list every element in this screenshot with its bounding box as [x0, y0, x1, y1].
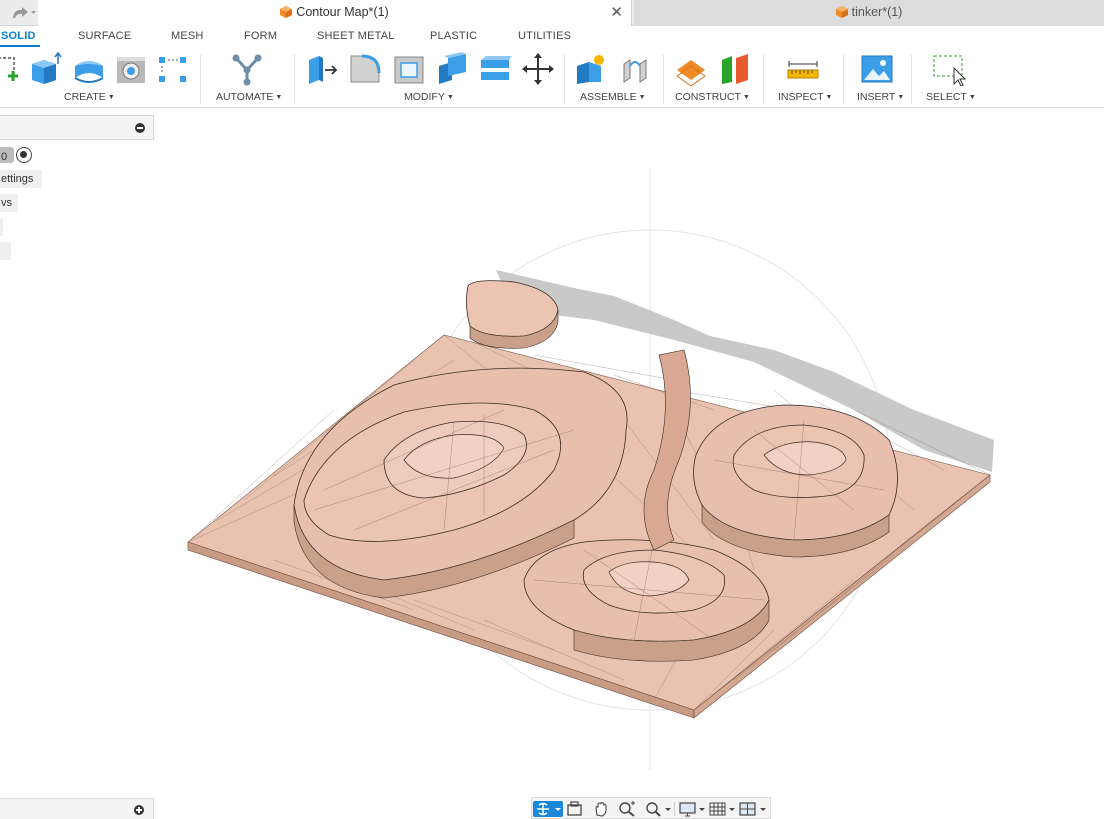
- automate-group-label[interactable]: AUTOMATE ▼: [216, 91, 282, 103]
- automate-group-text: AUTOMATE: [216, 91, 274, 103]
- radio-target-icon[interactable]: [16, 147, 32, 163]
- browser-item-value-box[interactable]: 0: [0, 147, 14, 163]
- plane-at-angle-icon[interactable]: [718, 52, 752, 86]
- inspect-group-text: INSPECT: [778, 91, 824, 103]
- chevron-down-icon: ▼: [275, 94, 283, 101]
- cube-document-icon: [280, 6, 293, 18]
- toolbar-separator: [663, 54, 664, 104]
- ribbon-tab-form[interactable]: FORM: [244, 30, 277, 42]
- ribbon-tab-sheet-metal[interactable]: SHEET METAL: [317, 30, 395, 42]
- chevron-down-icon: ▼: [107, 94, 115, 101]
- ribbon-toolbar: CREATE ▼ AUTOMATE ▼ MODIFY ▼ ASSEMBLE ▼ …: [0, 48, 1104, 108]
- active-tab-indicator: [0, 45, 40, 47]
- browser-item-views[interactable]: vs: [0, 194, 18, 212]
- orbit-icon[interactable]: [533, 801, 563, 817]
- joint-icon[interactable]: [618, 52, 652, 86]
- grid-settings-icon[interactable]: [708, 801, 736, 817]
- inspect-group-label[interactable]: INSPECT ▼: [778, 91, 832, 103]
- ribbon-tab-row: SOLID SURFACE MESH FORM SHEET METAL PLAS…: [0, 27, 1104, 47]
- pattern-icon[interactable]: [156, 52, 190, 86]
- new-component-icon[interactable]: [574, 52, 608, 86]
- ribbon-tab-utilities[interactable]: UTILITIES: [518, 30, 571, 42]
- extrude-icon[interactable]: [28, 52, 62, 86]
- close-tab-icon[interactable]: ✕: [610, 3, 623, 21]
- select-box-icon[interactable]: [932, 52, 966, 86]
- toolbar-separator: [564, 54, 565, 104]
- shell-icon[interactable]: [392, 52, 426, 86]
- fit-icon[interactable]: [644, 801, 672, 817]
- select-group-text: SELECT: [926, 91, 967, 103]
- look-at-icon[interactable]: [566, 801, 584, 817]
- browser-item-collapsed[interactable]: [0, 242, 11, 260]
- ribbon-tab-surface[interactable]: SURFACE: [78, 30, 131, 42]
- toolbar-separator: [911, 54, 912, 104]
- chevron-down-icon: ▼: [897, 94, 905, 101]
- fusion-app-window: Contour Map*(1) ✕ tinker*(1) SOLID SURFA…: [0, 0, 1104, 819]
- chevron-down-icon: ▼: [825, 94, 833, 101]
- pan-icon[interactable]: [592, 801, 610, 817]
- split-body-icon[interactable]: [478, 52, 512, 86]
- create-group-label[interactable]: CREATE ▼: [64, 91, 115, 103]
- tab-tinker-label: tinker*(1): [634, 5, 1104, 19]
- combine-icon[interactable]: [436, 52, 470, 86]
- chevron-down-icon: ▼: [638, 94, 646, 101]
- toolbar-separator: [200, 54, 201, 104]
- browser-item-collapsed[interactable]: [0, 218, 3, 236]
- revolve-icon[interactable]: [72, 52, 106, 86]
- display-settings-icon[interactable]: [678, 801, 706, 817]
- comments-bar: [0, 798, 154, 819]
- tab-contour-map-label: Contour Map*(1): [38, 5, 631, 19]
- construct-group-label[interactable]: CONSTRUCT ▼: [675, 91, 750, 103]
- collapse-panel-icon[interactable]: [135, 123, 145, 133]
- assemble-group-label[interactable]: ASSEMBLE ▼: [580, 91, 646, 103]
- measure-icon[interactable]: [786, 52, 820, 86]
- offset-plane-icon[interactable]: [674, 52, 708, 86]
- insert-group-label[interactable]: INSERT ▼: [857, 91, 904, 103]
- browser-item-settings[interactable]: ettings: [0, 170, 42, 188]
- document-tab-bar: Contour Map*(1) ✕ tinker*(1): [0, 0, 1104, 26]
- select-group-label[interactable]: SELECT ▼: [926, 91, 976, 103]
- ribbon-tab-solid[interactable]: SOLID: [1, 30, 36, 42]
- toolbar-separator: [294, 54, 295, 104]
- insert-group-text: INSERT: [857, 91, 896, 103]
- automate-icon[interactable]: [230, 52, 264, 86]
- move-copy-icon[interactable]: [521, 52, 555, 86]
- tab-tinker-text: tinker*(1): [851, 5, 903, 19]
- tab-contour-map[interactable]: Contour Map*(1) ✕: [38, 0, 632, 26]
- cube-document-icon: [835, 6, 848, 18]
- create-sketch-icon[interactable]: [0, 52, 28, 86]
- modify-group-text: MODIFY: [404, 91, 445, 103]
- viewports-icon[interactable]: [738, 801, 768, 817]
- insert-image-icon[interactable]: [860, 52, 894, 86]
- assemble-group-text: ASSEMBLE: [580, 91, 637, 103]
- nav-separator: [674, 802, 675, 816]
- tab-tinker[interactable]: tinker*(1): [634, 0, 1104, 26]
- redo-icon[interactable]: [6, 3, 36, 23]
- chevron-down-icon: ▼: [742, 94, 750, 101]
- toolbar-separator: [763, 54, 764, 104]
- ribbon-tab-plastic[interactable]: PLASTIC: [430, 30, 477, 42]
- browser-item-value: 0: [1, 151, 8, 163]
- ribbon-tab-mesh[interactable]: MESH: [171, 30, 204, 42]
- modify-group-label[interactable]: MODIFY ▼: [404, 91, 454, 103]
- 3d-viewport[interactable]: [154, 110, 1104, 796]
- press-pull-icon[interactable]: [305, 52, 339, 86]
- construct-group-text: CONSTRUCT: [675, 91, 741, 103]
- tab-contour-map-text: Contour Map*(1): [296, 5, 389, 19]
- navigation-bar: [531, 797, 771, 819]
- hole-icon[interactable]: [114, 52, 148, 86]
- terrain-hill-right: [693, 404, 898, 558]
- toolbar-separator: [843, 54, 844, 104]
- zoom-icon[interactable]: [618, 801, 636, 817]
- browser-panel-header[interactable]: [0, 115, 154, 140]
- chevron-down-icon: ▼: [446, 94, 454, 101]
- chevron-down-icon: ▼: [968, 94, 976, 101]
- create-group-text: CREATE: [64, 91, 106, 103]
- add-comment-icon[interactable]: [134, 805, 144, 815]
- fillet-icon[interactable]: [348, 52, 382, 86]
